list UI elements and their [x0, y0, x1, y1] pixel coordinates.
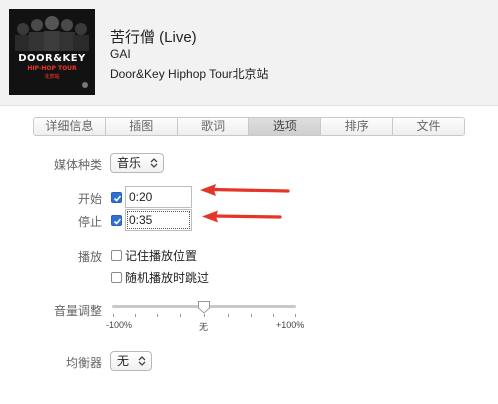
volume-mid-label: 无 [199, 322, 209, 332]
equalizer-label: 均衡器 [65, 356, 102, 370]
volume-adjust-label: 音量调整 [53, 304, 102, 318]
annotation-arrow-stop [202, 210, 282, 223]
album-artwork: DOOR&KEY HIP-HOP TOUR 北京站 [9, 9, 95, 95]
song-album: Door&Key Hiphop Tour北京站 [110, 67, 269, 81]
equalizer-select[interactable]: 无 [110, 351, 152, 371]
volume-tick [295, 314, 296, 317]
volume-min-label: -100% [106, 320, 133, 330]
start-label: 开始 [77, 192, 102, 206]
volume-tick [113, 314, 114, 317]
track-header: DOOR&KEY HIP-HOP TOUR 北京站 苦行僧 (Live) GAI… [0, 0, 498, 106]
remember-position-checkbox[interactable] [111, 250, 122, 261]
tab-sorting[interactable]: 排序 [321, 118, 394, 135]
remember-position-label[interactable]: 记住播放位置 [125, 247, 197, 264]
volume-tick [157, 314, 158, 317]
volume-tick [228, 314, 229, 317]
tab-options[interactable]: 选项 [249, 118, 322, 135]
stop-time-input[interactable]: 0:35 [125, 209, 192, 231]
artwork-subtitle-text: HIP-HOP TOUR [27, 65, 77, 72]
playback-label: 播放 [77, 250, 102, 264]
volume-tick [135, 314, 136, 317]
volume-tick [251, 314, 252, 317]
volume-tick [273, 314, 274, 317]
tab-details[interactable]: 详细信息 [34, 118, 106, 135]
song-artist: GAI [110, 47, 131, 61]
stop-label: 停止 [77, 215, 102, 229]
start-checkbox[interactable] [111, 192, 122, 203]
chevron-updown-icon [150, 158, 158, 168]
tab-file[interactable]: 文件 [393, 118, 464, 135]
tab-artwork[interactable]: 插图 [105, 118, 178, 135]
tab-lyrics[interactable]: 歌词 [177, 118, 250, 135]
artwork-crowd-graphic [9, 9, 95, 95]
volume-max-label: +100% [276, 320, 305, 330]
annotation-arrow-start [200, 184, 290, 196]
checkmark-icon [113, 195, 122, 202]
chevron-updown-icon [138, 356, 146, 366]
stop-checkbox[interactable] [111, 215, 122, 226]
artwork-title-text: DOOR&KEY [18, 53, 86, 64]
checkmark-icon [113, 218, 122, 225]
song-title: 苦行僧 (Live) [110, 29, 197, 46]
equalizer-value: 无 [117, 354, 130, 368]
volume-tick [204, 314, 205, 317]
skip-shuffle-checkbox[interactable] [111, 272, 122, 283]
start-time-input[interactable]: 0:20 [125, 186, 192, 208]
volume-tick [180, 314, 181, 317]
media-kind-label: 媒体种类 [53, 158, 102, 172]
skip-shuffle-label[interactable]: 随机播放时跳过 [125, 269, 209, 286]
artwork-city-text: 北京站 [44, 74, 60, 80]
media-kind-value: 音乐 [117, 156, 142, 170]
info-tabs: 详细信息 插图 歌词 选项 排序 文件 [33, 117, 465, 136]
volume-slider-thumb[interactable] [197, 300, 211, 314]
media-kind-select[interactable]: 音乐 [110, 153, 164, 173]
